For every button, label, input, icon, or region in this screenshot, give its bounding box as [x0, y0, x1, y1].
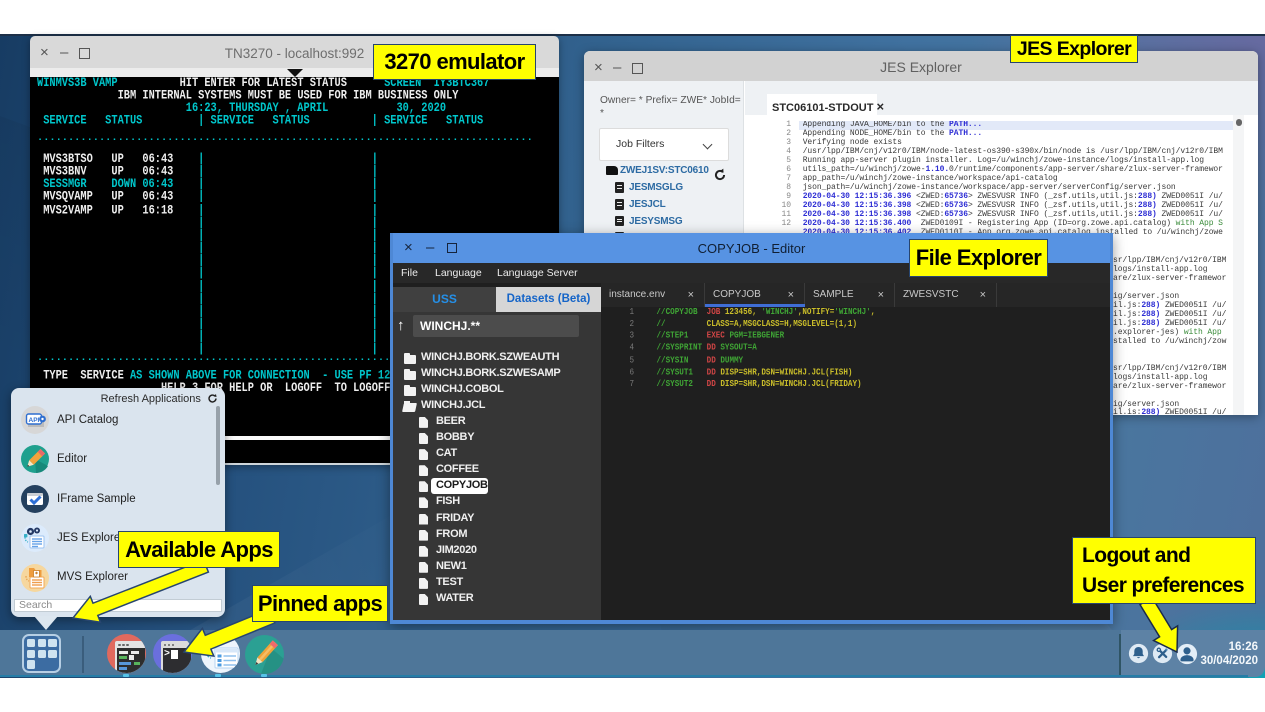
svg-text:API: API [29, 417, 40, 424]
